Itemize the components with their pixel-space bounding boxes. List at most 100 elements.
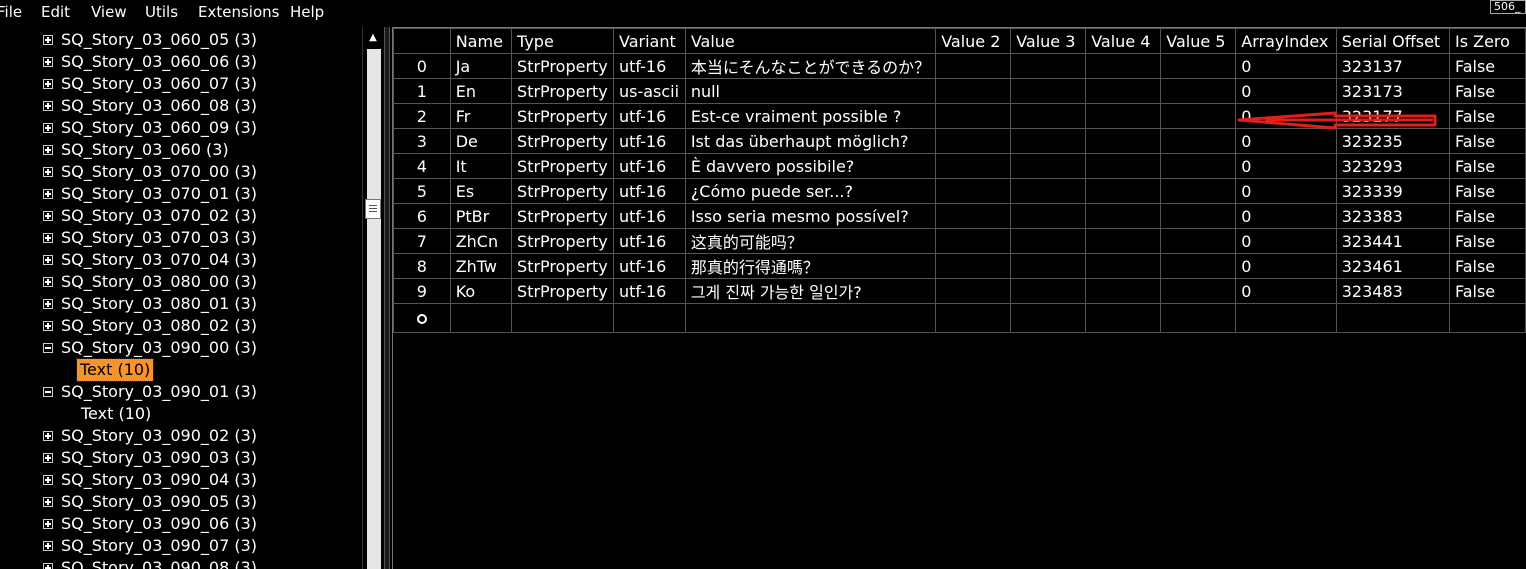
table-cell[interactable]: us-ascii xyxy=(612,78,686,104)
table-cell[interactable] xyxy=(935,278,1012,304)
table-cell[interactable] xyxy=(935,153,1012,179)
table-row[interactable]: 9 Ko StrProperty utf-16 그게 진짜 가능한 일인가? 0 32348… xyxy=(393,278,1526,304)
table-cell[interactable]: utf-16 xyxy=(612,253,686,279)
expand-plus-icon[interactable] xyxy=(43,189,53,199)
table-cell[interactable] xyxy=(1335,303,1450,333)
table-cell[interactable] xyxy=(612,303,686,333)
scrollbar-track[interactable] xyxy=(367,49,381,569)
table-cell[interactable]: È davvero possibile? xyxy=(684,153,937,179)
table-cell[interactable]: StrProperty xyxy=(511,253,614,279)
expand-plus-icon[interactable] xyxy=(43,299,53,309)
table-cell[interactable]: 323293 xyxy=(1335,153,1450,179)
table-row[interactable]: 7 ZhCn StrProperty utf-16 这真的可能吗？ 0 323441 Fals… xyxy=(393,228,1526,254)
table-cell[interactable]: Fr xyxy=(449,103,513,129)
table-cell[interactable] xyxy=(1235,303,1337,333)
tree-node[interactable]: SQ_Story_03_090_08 (3) xyxy=(0,557,362,569)
tree-node[interactable]: SQ_Story_03_090_02 (3) xyxy=(0,425,362,447)
table-cell[interactable]: 3 xyxy=(393,128,451,154)
column-header[interactable]: Name xyxy=(449,28,513,54)
table-row[interactable]: 1 En StrProperty us-ascii null 0 323173 False xyxy=(393,78,1526,104)
table-cell[interactable]: False xyxy=(1448,178,1526,204)
table-cell[interactable] xyxy=(1085,128,1162,154)
table-cell[interactable] xyxy=(1448,303,1526,333)
menu-extensions[interactable]: Extensions xyxy=(198,3,279,21)
table-cell[interactable]: utf-16 xyxy=(612,128,686,154)
table-cell[interactable]: False xyxy=(1448,278,1526,304)
expand-plus-icon[interactable] xyxy=(43,145,53,155)
tree-node[interactable]: SQ_Story_03_070_03 (3) xyxy=(0,227,362,249)
column-header[interactable]: ArrayIndex xyxy=(1235,28,1337,54)
table-cell[interactable] xyxy=(393,303,451,333)
table-cell[interactable] xyxy=(1160,303,1237,333)
menu-utils[interactable]: Utils xyxy=(145,3,178,21)
tree-node[interactable]: SQ_Story_03_070_00 (3) xyxy=(0,161,362,183)
column-header[interactable]: Serial Offset xyxy=(1335,28,1450,54)
table-cell[interactable]: Ko xyxy=(449,278,513,304)
tree-node[interactable]: SQ_Story_03_090_00 (3) xyxy=(0,337,362,359)
table-cell[interactable] xyxy=(1010,228,1087,254)
table-cell[interactable]: Ist das überhaupt möglich? xyxy=(684,128,937,154)
table-cell[interactable]: 0 xyxy=(1235,203,1337,229)
tree-node[interactable]: SQ_Story_03_060 (3) xyxy=(0,139,362,161)
table-cell[interactable] xyxy=(1010,53,1087,79)
table-cell[interactable] xyxy=(1010,253,1087,279)
table-row[interactable]: 5 Es StrProperty utf-16 ¿Cómo puede ser...? 0… xyxy=(393,178,1526,204)
table-cell[interactable] xyxy=(935,228,1012,254)
table-cell[interactable]: It xyxy=(449,153,513,179)
column-header[interactable]: Value 3 xyxy=(1010,28,1087,54)
expand-plus-icon[interactable] xyxy=(43,497,53,507)
table-cell[interactable] xyxy=(1085,253,1162,279)
tree-node[interactable]: SQ_Story_03_060_09 (3) xyxy=(0,117,362,139)
table-cell[interactable] xyxy=(1010,278,1087,304)
expand-plus-icon[interactable] xyxy=(43,453,53,463)
expand-plus-icon[interactable] xyxy=(43,431,53,441)
tree-node[interactable]: SQ_Story_03_060_05 (3) xyxy=(0,29,362,51)
table-cell[interactable] xyxy=(1160,128,1237,154)
tree-node[interactable]: SQ_Story_03_070_01 (3) xyxy=(0,183,362,205)
table-cell[interactable] xyxy=(1010,178,1087,204)
table-cell[interactable]: utf-16 xyxy=(612,153,686,179)
expand-plus-icon[interactable] xyxy=(43,277,53,287)
table-cell[interactable] xyxy=(935,128,1012,154)
table-cell[interactable]: 그게 진짜 가능한 일인가? xyxy=(684,278,937,304)
tree-node[interactable]: SQ_Story_03_070_04 (3) xyxy=(0,249,362,271)
tree-leaf[interactable]: Text (10) xyxy=(0,358,362,382)
tree-node[interactable]: SQ_Story_03_060_06 (3) xyxy=(0,51,362,73)
table-row[interactable]: 6 PtBr StrProperty utf-16 Isso seria mesmo p… xyxy=(393,203,1526,229)
tree-node[interactable]: SQ_Story_03_060_07 (3) xyxy=(0,73,362,95)
expand-plus-icon[interactable] xyxy=(43,35,53,45)
table-cell[interactable]: ¿Cómo puede ser...? xyxy=(684,178,937,204)
collapse-minus-icon[interactable] xyxy=(43,387,53,397)
table-cell[interactable]: StrProperty xyxy=(511,78,614,104)
table-cell[interactable]: 0 xyxy=(1235,278,1337,304)
table-cell[interactable] xyxy=(1085,103,1162,129)
table-cell[interactable] xyxy=(1010,203,1087,229)
column-header[interactable] xyxy=(393,28,451,54)
tree-node[interactable]: SQ_Story_03_090_07 (3) xyxy=(0,535,362,557)
table-cell[interactable]: ZhTw xyxy=(449,253,513,279)
table-cell[interactable] xyxy=(935,253,1012,279)
expand-plus-icon[interactable] xyxy=(43,101,53,111)
tree-node[interactable]: SQ_Story_03_080_00 (3) xyxy=(0,271,362,293)
table-cell[interactable] xyxy=(1160,278,1237,304)
column-header[interactable]: Is Zero xyxy=(1448,28,1526,54)
table-cell[interactable]: En xyxy=(449,78,513,104)
table-cell[interactable]: 5 xyxy=(393,178,451,204)
column-header[interactable]: Value xyxy=(684,28,937,54)
table-cell[interactable] xyxy=(1085,153,1162,179)
table-cell[interactable]: 1 xyxy=(393,78,451,104)
table-cell[interactable]: 323461 xyxy=(1335,253,1450,279)
menu-file[interactable]: File xyxy=(0,3,22,21)
table-cell[interactable]: 6 xyxy=(393,203,451,229)
tree-node[interactable]: SQ_Story_03_090_06 (3) xyxy=(0,513,362,535)
table-cell[interactable]: 0 xyxy=(1235,228,1337,254)
menu-edit[interactable]: Edit xyxy=(41,3,70,21)
scrollbar-thumb[interactable] xyxy=(365,199,381,219)
table-cell[interactable]: Isso seria mesmo possível? xyxy=(684,203,937,229)
tree-node[interactable]: SQ_Story_03_090_01 (3) xyxy=(0,381,362,403)
column-header[interactable]: Type xyxy=(511,28,614,54)
table-cell[interactable] xyxy=(1160,253,1237,279)
table-cell[interactable]: 7 xyxy=(393,228,451,254)
table-cell[interactable]: StrProperty xyxy=(511,178,614,204)
table-cell[interactable] xyxy=(1010,78,1087,104)
